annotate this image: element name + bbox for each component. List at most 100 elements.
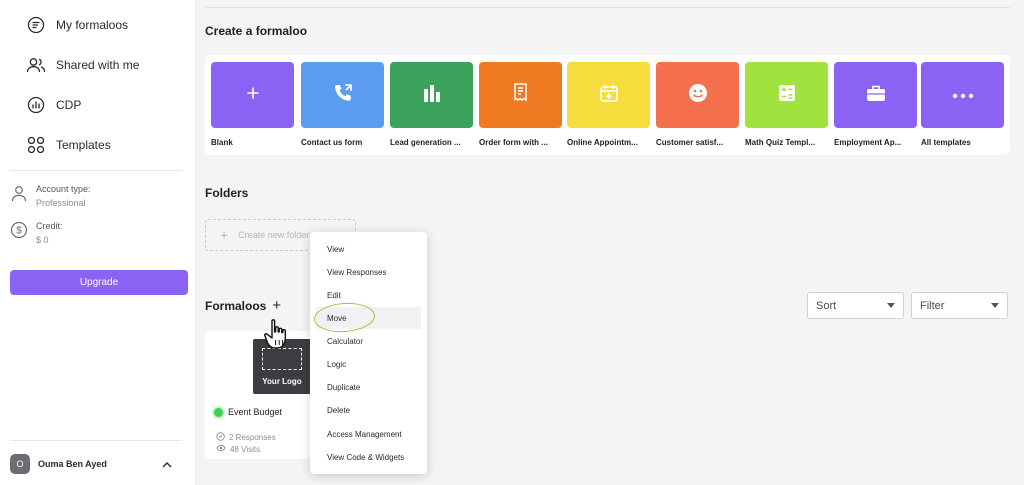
menu-item-move[interactable]: Move bbox=[316, 307, 421, 329]
sidebar-item-label: CDP bbox=[56, 98, 82, 112]
calculator-icon bbox=[777, 83, 797, 108]
sort-select[interactable]: Sort bbox=[807, 292, 904, 319]
template-tile bbox=[567, 62, 650, 128]
add-formaloo-icon[interactable]: + bbox=[272, 298, 281, 313]
template-label: Customer satisf... bbox=[656, 138, 724, 147]
template-online-appointment[interactable]: Online Appointm... bbox=[567, 62, 650, 147]
account-type-label: Account type: bbox=[36, 184, 91, 194]
template-contact-us[interactable]: Contact us form bbox=[301, 62, 384, 147]
template-employment-application[interactable]: Employment Ap... bbox=[834, 62, 917, 147]
sidebar: My formaloos Shared with me CDP Template… bbox=[0, 0, 196, 485]
smiley-icon bbox=[687, 82, 709, 109]
sidebar-item-my-formaloos[interactable]: My formaloos bbox=[26, 15, 128, 35]
template-label: Employment Ap... bbox=[834, 138, 902, 147]
template-tile bbox=[921, 62, 1004, 128]
grid-icon bbox=[26, 135, 46, 155]
credit: $ Credit: $ 0 bbox=[10, 221, 63, 245]
visits-count: 48 Visits bbox=[216, 444, 260, 454]
visits-text: 48 Visits bbox=[230, 444, 261, 454]
templates-panel: Blank Contact us form Lead generation ..… bbox=[205, 55, 1010, 155]
avatar: O bbox=[10, 454, 30, 474]
template-customer-satisfaction[interactable]: Customer satisf... bbox=[656, 62, 739, 147]
menu-item-logic[interactable]: Logic bbox=[316, 353, 421, 375]
sidebar-item-shared[interactable]: Shared with me bbox=[26, 55, 139, 75]
plus-icon: + bbox=[220, 227, 229, 243]
sidebar-item-templates[interactable]: Templates bbox=[26, 135, 111, 155]
bar-chart-icon bbox=[421, 83, 443, 108]
template-lead-generation[interactable]: Lead generation ... bbox=[390, 62, 473, 147]
svg-text:$: $ bbox=[16, 226, 22, 237]
card-name: Event Budget bbox=[228, 407, 283, 417]
template-label: Online Appointm... bbox=[567, 138, 638, 147]
credit-value: $ 0 bbox=[36, 235, 49, 245]
menu-item-view[interactable]: View bbox=[316, 238, 421, 260]
filter-select[interactable]: Filter bbox=[911, 292, 1008, 319]
upgrade-button[interactable]: Upgrade bbox=[10, 270, 188, 295]
calendar-icon bbox=[599, 83, 619, 108]
formaloo-icon bbox=[26, 15, 46, 35]
formaloos-title: Formaloos bbox=[205, 298, 267, 313]
menu-item-calculator[interactable]: Calculator bbox=[316, 330, 421, 352]
menu-item-duplicate[interactable]: Duplicate bbox=[316, 376, 421, 398]
logo-text: Your Logo bbox=[262, 377, 302, 386]
sidebar-divider bbox=[10, 170, 182, 171]
hand-cursor-icon bbox=[262, 318, 292, 352]
user-menu[interactable]: O Ouma Ben Ayed bbox=[10, 452, 186, 476]
sidebar-divider bbox=[10, 440, 182, 441]
account-type-value: Professional bbox=[36, 198, 86, 208]
template-tile bbox=[834, 62, 917, 128]
template-tile bbox=[390, 62, 473, 128]
template-tile bbox=[745, 62, 828, 128]
menu-item-edit[interactable]: Edit bbox=[316, 284, 421, 306]
eye-icon bbox=[216, 444, 226, 454]
template-all-templates[interactable]: All templates bbox=[921, 62, 1004, 147]
plus-icon bbox=[246, 86, 260, 105]
sidebar-item-label: Templates bbox=[56, 138, 111, 152]
template-order-form[interactable]: Order form with ... bbox=[479, 62, 562, 147]
template-blank[interactable]: Blank bbox=[211, 62, 294, 147]
template-tile bbox=[211, 62, 294, 128]
menu-item-access-management[interactable]: Access Management bbox=[316, 423, 421, 445]
caret-down-icon bbox=[887, 303, 895, 308]
formaloo-card[interactable]: Your Logo Event Budget 2 Responses 48 Vi… bbox=[205, 331, 313, 459]
card-status: Event Budget bbox=[214, 407, 282, 417]
account-type: Account type: Professional bbox=[10, 184, 91, 208]
sort-label: Sort bbox=[816, 299, 837, 312]
chart-icon bbox=[26, 95, 46, 115]
create-title: Create a formaloo bbox=[205, 24, 308, 38]
caret-down-icon bbox=[991, 303, 999, 308]
menu-item-view-code-widgets[interactable]: View Code & Widgets bbox=[316, 446, 421, 468]
create-folder-label: Create new folder bbox=[238, 230, 310, 240]
responses-count: 2 Responses bbox=[216, 432, 276, 443]
menu-item-view-responses[interactable]: View Responses bbox=[316, 261, 421, 283]
phone-icon bbox=[332, 82, 354, 109]
template-label: All templates bbox=[921, 138, 971, 147]
user-icon bbox=[10, 184, 28, 208]
briefcase-icon bbox=[865, 83, 887, 108]
chevron-up-icon[interactable] bbox=[162, 455, 172, 473]
menu-item-delete[interactable]: Delete bbox=[316, 399, 421, 421]
folders-title: Folders bbox=[205, 186, 249, 200]
template-tile bbox=[479, 62, 562, 128]
sidebar-item-cdp[interactable]: CDP bbox=[26, 95, 81, 115]
template-label: Blank bbox=[211, 138, 233, 147]
filter-label: Filter bbox=[920, 299, 945, 312]
template-label: Math Quiz Templ... bbox=[745, 138, 816, 147]
users-icon bbox=[26, 55, 46, 75]
user-name: Ouma Ben Ayed bbox=[38, 459, 107, 469]
responses-text: 2 Responses bbox=[229, 433, 276, 442]
receipt-icon bbox=[510, 82, 532, 109]
template-tile bbox=[656, 62, 739, 128]
more-icon bbox=[952, 86, 974, 104]
context-menu: View View Responses Edit Move Calculator… bbox=[310, 232, 427, 474]
status-dot bbox=[214, 407, 223, 417]
template-tile bbox=[301, 62, 384, 128]
dollar-icon: $ bbox=[10, 221, 28, 245]
template-label: Lead generation ... bbox=[390, 138, 461, 147]
top-divider bbox=[205, 7, 1010, 8]
template-math-quiz[interactable]: Math Quiz Templ... bbox=[745, 62, 828, 147]
responses-icon bbox=[216, 432, 225, 443]
sidebar-item-label: My formaloos bbox=[56, 18, 129, 32]
template-label: Contact us form bbox=[301, 138, 363, 147]
credit-label: Credit: bbox=[36, 221, 63, 231]
